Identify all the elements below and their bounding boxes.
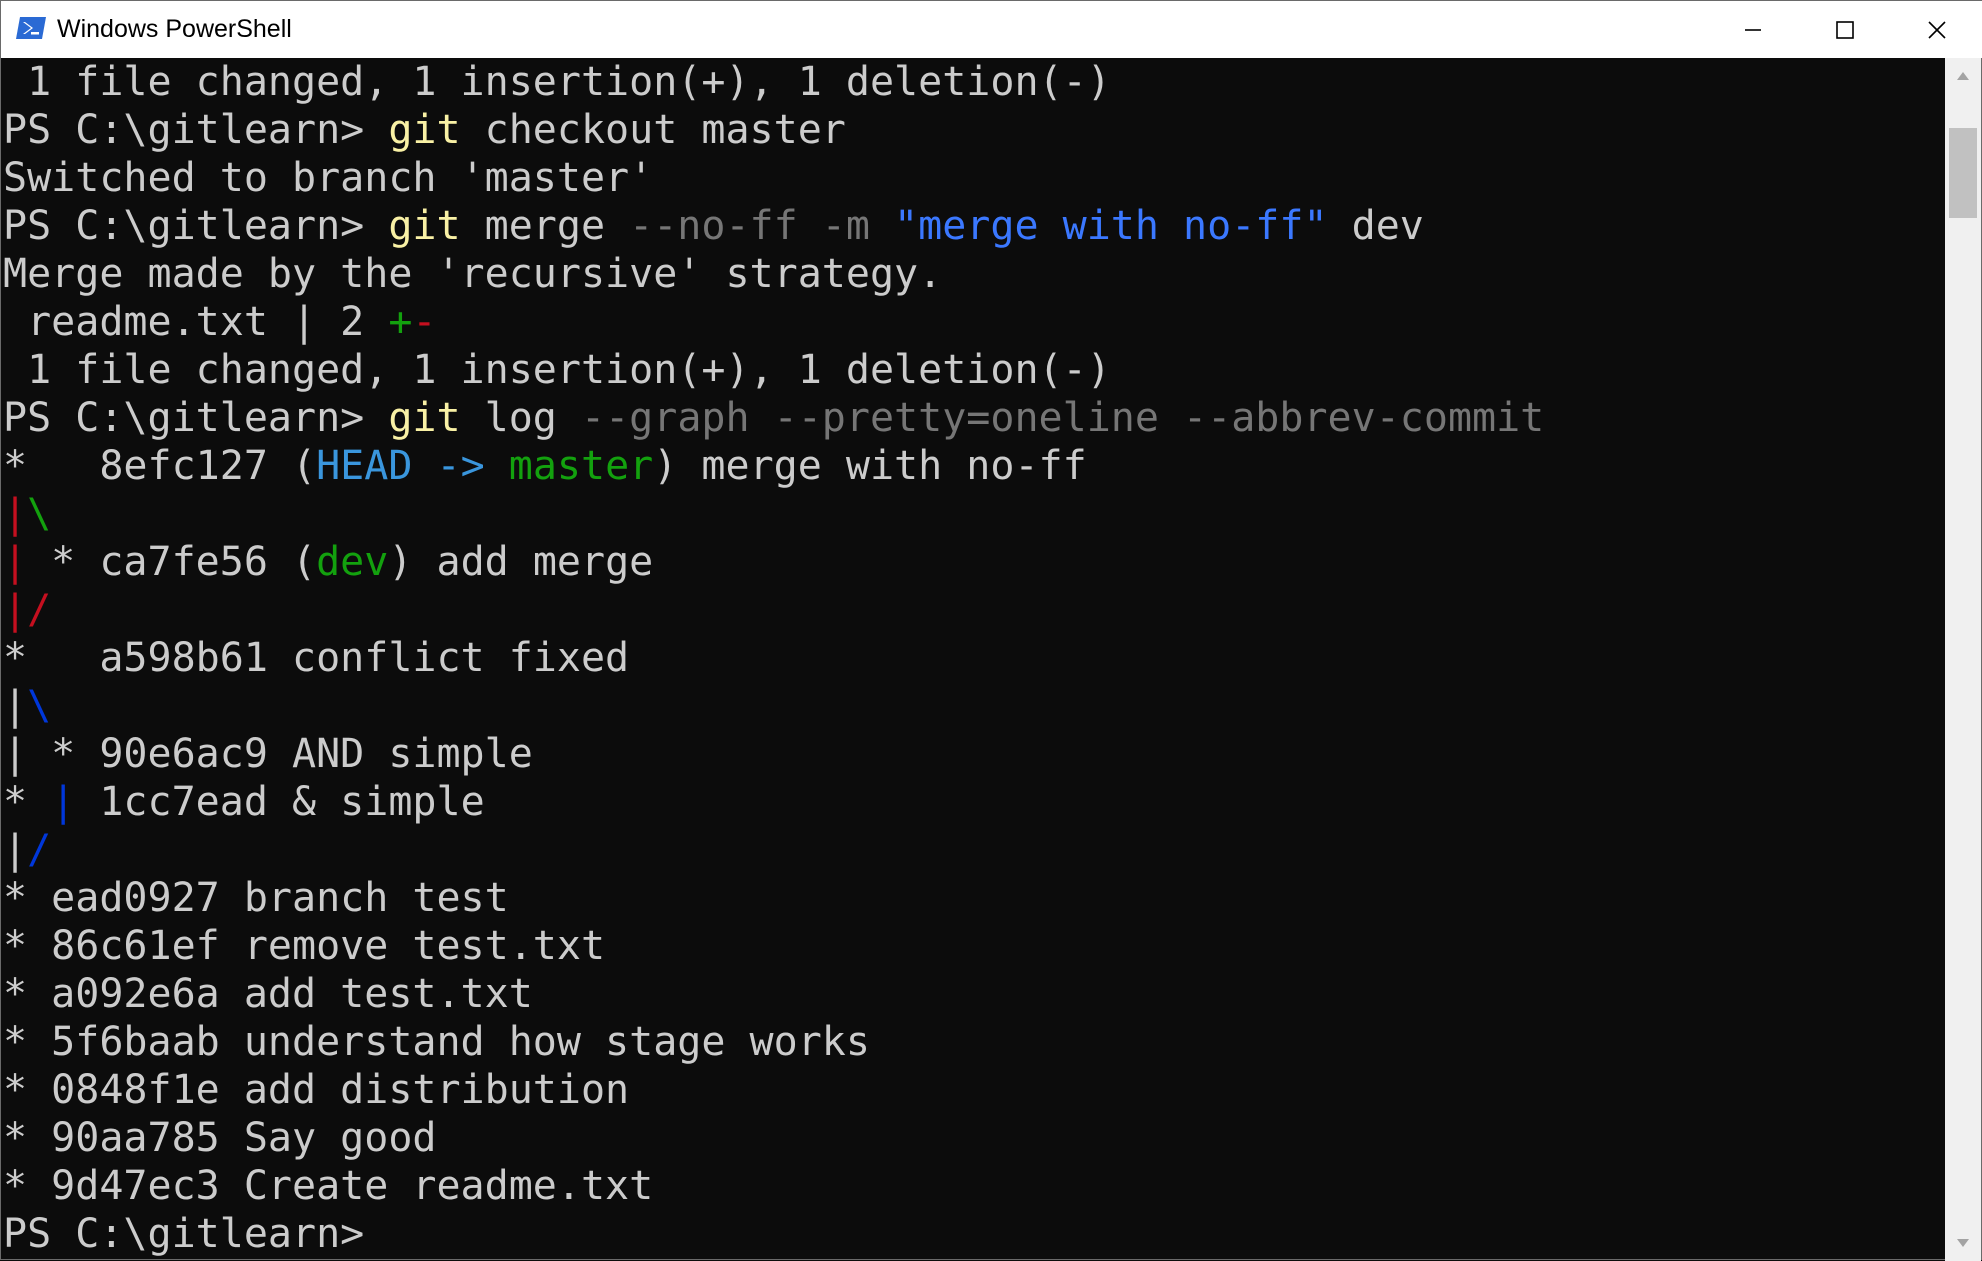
terminal-line: * a092e6a add test.txt bbox=[3, 970, 1947, 1018]
terminal-line: Switched to branch 'master' bbox=[3, 154, 1947, 202]
maximize-button[interactable] bbox=[1799, 1, 1891, 58]
terminal-text-segment: * ead0927 branch test bbox=[3, 875, 509, 921]
terminal-line: readme.txt | 2 +- bbox=[3, 298, 1947, 346]
terminal-text-segment: 1cc7ead & simple bbox=[75, 779, 485, 825]
terminal-text-segment: + bbox=[388, 299, 413, 345]
terminal-line: PS C:\gitlearn> git log --graph --pretty… bbox=[3, 394, 1947, 442]
terminal-text-segment: 1 file changed, 1 insertion(+), 1 deleti… bbox=[3, 59, 1111, 105]
terminal-line: PS C:\gitlearn> git merge --no-ff -m "me… bbox=[3, 202, 1947, 250]
terminal-line: 1 file changed, 1 insertion(+), 1 deleti… bbox=[3, 346, 1947, 394]
vertical-scrollbar[interactable] bbox=[1945, 58, 1981, 1261]
terminal-text-segment: * 0848f1e add distribution bbox=[3, 1067, 630, 1113]
terminal-text-segment: dev bbox=[1327, 203, 1424, 249]
terminal-text-segment: readme.txt | 2 bbox=[3, 299, 389, 345]
terminal-text-segment: | bbox=[3, 539, 28, 585]
scroll-down-arrow[interactable] bbox=[1945, 1225, 1981, 1261]
terminal-text-segment: * 86c61ef remove test.txt bbox=[3, 923, 606, 969]
terminal-text-segment: git bbox=[388, 107, 461, 153]
powershell-window: Windows PowerShell 1 file changed, 1 ins… bbox=[0, 0, 1982, 1261]
terminal-text-segment: * a598b61 conflict fixed bbox=[3, 635, 630, 681]
terminal-text-segment: PS C:\gitlearn> bbox=[3, 395, 389, 441]
terminal-line: * 9d47ec3 Create readme.txt bbox=[3, 1162, 1947, 1210]
terminal-text-segment: --graph --pretty=oneline --abbrev-commit bbox=[580, 395, 1545, 441]
terminal-text-segment: --no-ff -m bbox=[629, 203, 895, 249]
terminal-line: * 5f6baab understand how stage works bbox=[3, 1018, 1947, 1066]
terminal-text-segment: HEAD -> bbox=[316, 443, 509, 489]
terminal-text-segment: log bbox=[460, 395, 581, 441]
terminal-line: 1 file changed, 1 insertion(+), 1 deleti… bbox=[3, 58, 1947, 106]
terminal-text-segment: merge bbox=[460, 203, 630, 249]
terminal-line: * 90aa785 Say good bbox=[3, 1114, 1947, 1162]
minimize-icon bbox=[1745, 28, 1761, 31]
window-title: Windows PowerShell bbox=[57, 15, 292, 43]
terminal-text-segment: git bbox=[388, 395, 461, 441]
terminal-line: |\ bbox=[3, 682, 1947, 730]
terminal-text-segment: \ bbox=[27, 491, 52, 537]
chevron-down-icon bbox=[1957, 1239, 1969, 1247]
terminal-text-segment: 1 file changed, 1 insertion(+), 1 deleti… bbox=[3, 347, 1111, 393]
terminal-line: | * 90e6ac9 AND simple bbox=[3, 730, 1947, 778]
window-controls bbox=[1707, 1, 1982, 58]
chevron-up-icon bbox=[1957, 72, 1969, 80]
terminal-text-segment: | bbox=[51, 779, 76, 825]
terminal-text-segment: | * 90e6ac9 AND simple bbox=[3, 731, 533, 777]
title-bar[interactable]: Windows PowerShell bbox=[1, 1, 1982, 58]
terminal-line: |/ bbox=[3, 826, 1947, 874]
terminal-text-segment: * a092e6a add test.txt bbox=[3, 971, 533, 1017]
terminal-text-segment: * 8efc127 ( bbox=[3, 443, 317, 489]
terminal-line: |\ bbox=[3, 490, 1947, 538]
terminal-line: | * ca7fe56 (dev) add merge bbox=[3, 538, 1947, 586]
terminal-text-segment: PS C:\gitlearn> bbox=[3, 107, 389, 153]
terminal-text-segment: checkout master bbox=[460, 107, 846, 153]
terminal-text-segment: dev bbox=[316, 539, 389, 585]
scroll-up-arrow[interactable] bbox=[1945, 58, 1981, 94]
terminal-line: * 0848f1e add distribution bbox=[3, 1066, 1947, 1114]
terminal-text-segment: * ca7fe56 ( bbox=[27, 539, 317, 585]
terminal-output[interactable]: 1 file changed, 1 insertion(+), 1 deleti… bbox=[1, 58, 1947, 1261]
terminal-text-segment: \ bbox=[27, 683, 52, 729]
terminal-text-segment: Switched to branch 'master' bbox=[3, 155, 654, 201]
terminal-line: * a598b61 conflict fixed bbox=[3, 634, 1947, 682]
terminal-text-segment: | bbox=[3, 827, 28, 873]
terminal-line: Merge made by the 'recursive' strategy. bbox=[3, 250, 1947, 298]
terminal-text-segment: * bbox=[3, 779, 52, 825]
terminal-line: PS C:\gitlearn> bbox=[3, 1210, 1947, 1258]
terminal-line: |/ bbox=[3, 586, 1947, 634]
terminal-text-segment: master bbox=[508, 443, 654, 489]
terminal-text-segment: ) add merge bbox=[388, 539, 654, 585]
terminal-text-segment: | bbox=[3, 491, 28, 537]
powershell-icon bbox=[1, 14, 57, 46]
terminal-text-segment: * 90aa785 Say good bbox=[3, 1115, 437, 1161]
terminal-text-segment: | bbox=[3, 683, 28, 729]
terminal-line: * ead0927 branch test bbox=[3, 874, 1947, 922]
maximize-icon bbox=[1836, 20, 1854, 39]
terminal-line: * 86c61ef remove test.txt bbox=[3, 922, 1947, 970]
terminal-text-segment: PS C:\gitlearn> bbox=[3, 203, 389, 249]
scrollbar-thumb[interactable] bbox=[1949, 128, 1977, 218]
minimize-button[interactable] bbox=[1707, 1, 1799, 58]
close-button[interactable] bbox=[1891, 1, 1982, 58]
close-icon bbox=[1928, 20, 1946, 39]
terminal-text-segment: | bbox=[3, 587, 28, 633]
terminal-text-segment: Merge made by the 'recursive' strategy. bbox=[3, 251, 943, 297]
terminal-text-segment: "merge with no-ff" bbox=[894, 203, 1328, 249]
terminal-text-segment: - bbox=[412, 299, 437, 345]
terminal-text-segment: / bbox=[27, 827, 52, 873]
terminal-line: * | 1cc7ead & simple bbox=[3, 778, 1947, 826]
terminal-text-segment: * 5f6baab understand how stage works bbox=[3, 1019, 870, 1065]
terminal-line: * 8efc127 (HEAD -> master) merge with no… bbox=[3, 442, 1947, 490]
terminal-text-segment: * 9d47ec3 Create readme.txt bbox=[3, 1163, 654, 1209]
terminal-text-segment: git bbox=[388, 203, 461, 249]
terminal-text-segment: PS C:\gitlearn> bbox=[3, 1211, 365, 1257]
terminal-text-segment: / bbox=[27, 587, 52, 633]
terminal-text-segment: ) merge with no-ff bbox=[653, 443, 1087, 489]
terminal-line: PS C:\gitlearn> git checkout master bbox=[3, 106, 1947, 154]
